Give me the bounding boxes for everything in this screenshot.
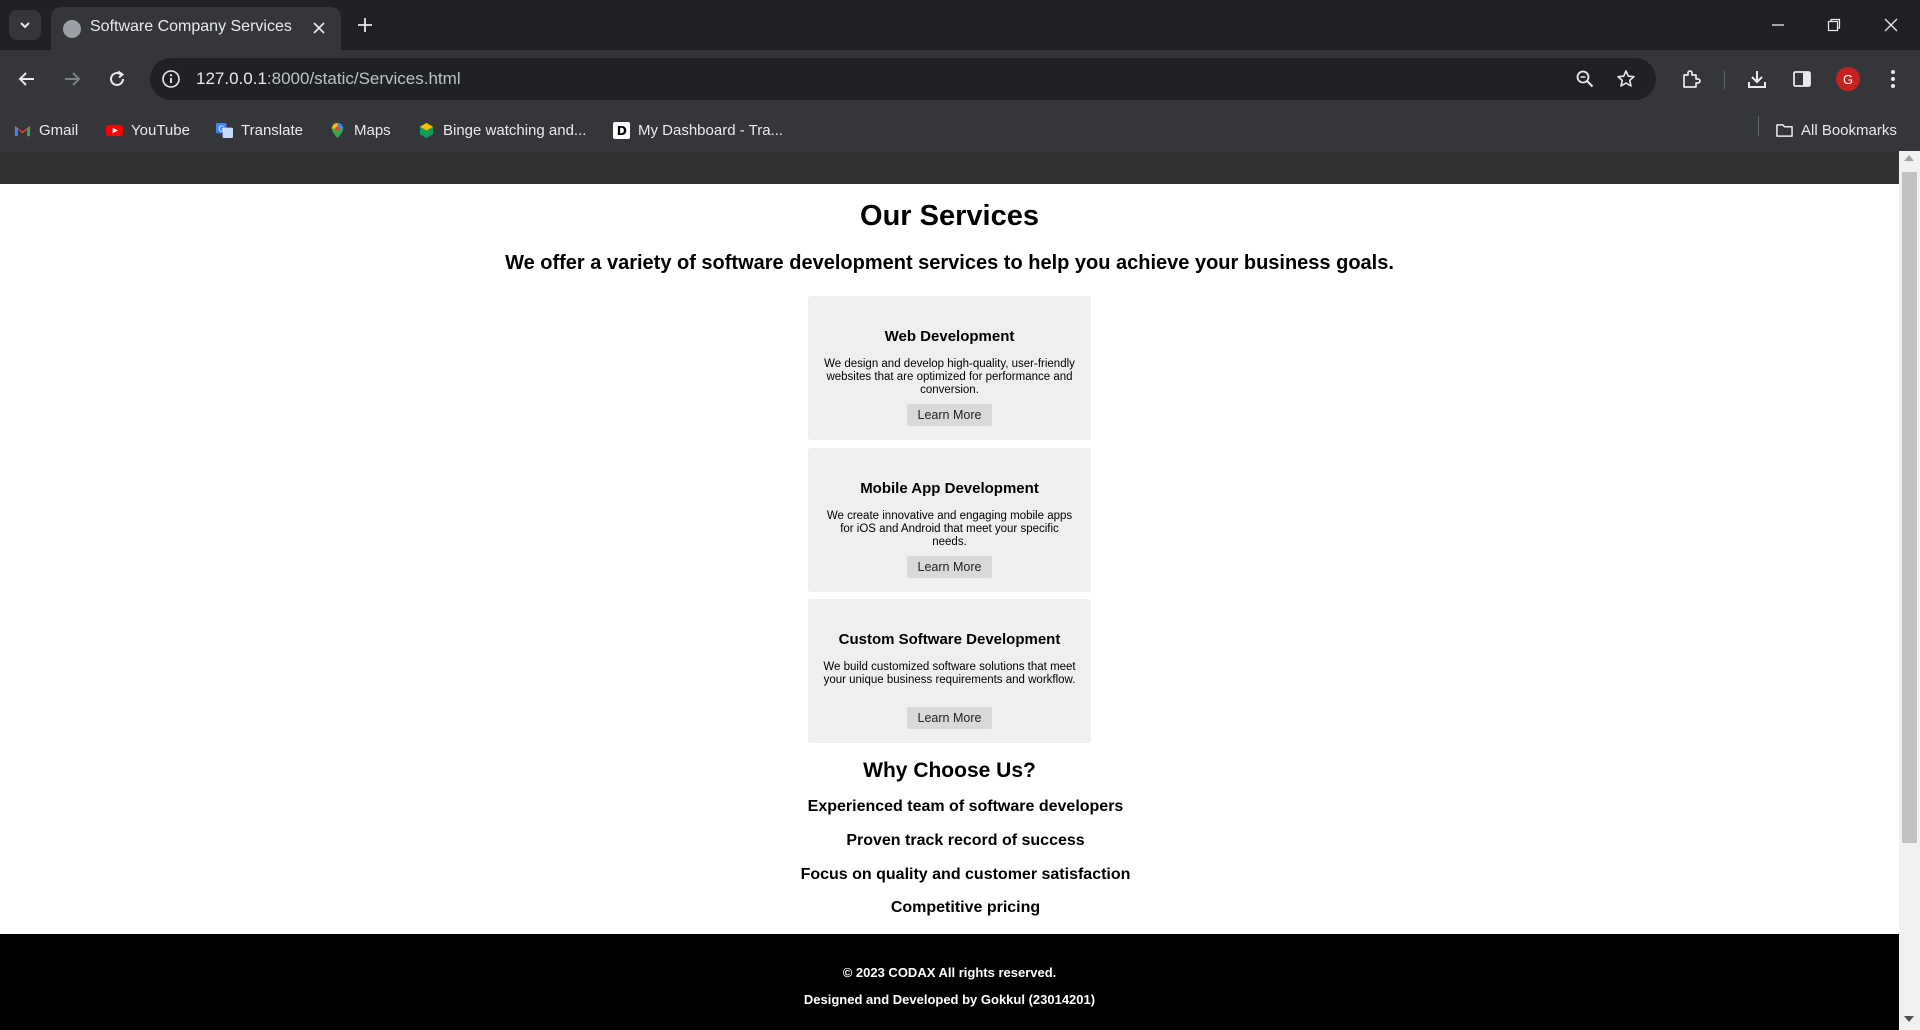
tab-title: Software Company Services [90, 18, 292, 35]
bookmark-label: Translate [241, 121, 303, 139]
site-info-icon[interactable] [161, 69, 181, 89]
tab-strip: Software Company Services [0, 0, 1920, 50]
bookmark-maps[interactable]: Maps [329, 120, 391, 140]
close-icon [313, 22, 325, 34]
learn-more-button[interactable]: Learn More [907, 707, 992, 729]
arrow-left-icon [18, 72, 34, 86]
minimize-icon [1772, 24, 1784, 26]
bookmark-label: Gmail [39, 121, 79, 139]
active-tab[interactable]: Software Company Services [51, 7, 341, 50]
menu-icon[interactable] [1880, 66, 1906, 92]
page-lead: We offer a variety of software developme… [505, 252, 1394, 274]
scroll-up-arrow-icon[interactable] [1904, 155, 1914, 161]
page-title: Our Services [860, 200, 1039, 232]
reason-item: Proven track record of success [846, 832, 1085, 849]
new-tab-button[interactable] [352, 12, 378, 38]
learn-more-button[interactable]: Learn More [907, 556, 992, 578]
bookmark-label: Maps [354, 121, 391, 139]
profile-avatar[interactable]: G [1836, 67, 1860, 91]
arrow-right-icon [65, 72, 81, 86]
url-text: 127.0.0.1:8000/static/Services.html [196, 69, 461, 88]
bookmark-star-icon[interactable] [1615, 68, 1637, 90]
translate-icon: G [216, 122, 233, 138]
globe-icon [63, 20, 81, 38]
maps-icon [331, 122, 344, 138]
why-choose-title: Why Choose Us? [863, 759, 1036, 782]
bookmark-label: Binge watching and... [443, 121, 587, 139]
page-header-strip [0, 151, 1899, 184]
bookmark-label: YouTube [131, 121, 190, 139]
bookmark-binge[interactable]: Binge watching and... [418, 120, 586, 140]
back-button[interactable] [12, 64, 42, 94]
footer-copyright: © 2023 CODAX All rights reserved. [842, 965, 1057, 980]
footer-credit: Designed and Developed by Gokkul (230142… [803, 992, 1096, 1007]
bookmarks-divider [1758, 116, 1759, 136]
close-icon [1884, 18, 1898, 32]
all-bookmarks-button[interactable]: All Bookmarks [1776, 120, 1897, 140]
reason-item: Focus on quality and customer satisfacti… [800, 866, 1131, 883]
svg-text:D: D [617, 124, 627, 138]
service-description: We create innovative and engaging mobile… [826, 510, 1073, 548]
page-footer: © 2023 CODAX All rights reserved. Design… [0, 934, 1899, 1030]
service-card: Custom Software Development We build cus… [808, 599, 1091, 743]
bookmark-dashboard[interactable]: D My Dashboard - Tra... [613, 120, 783, 140]
zoom-icon[interactable] [1574, 68, 1596, 90]
address-bar[interactable]: 127.0.0.1:8000/static/Services.html [150, 58, 1656, 100]
close-window-button[interactable] [1863, 0, 1919, 50]
restore-icon [1827, 18, 1841, 32]
folder-icon [1776, 123, 1793, 137]
svg-text:G: G [218, 124, 224, 133]
extensions-icon[interactable] [1678, 66, 1704, 92]
page-content: Our Services We offer a variety of softw… [0, 184, 1899, 934]
forward-button[interactable] [57, 64, 87, 94]
bookmark-label: My Dashboard - Tra... [638, 121, 784, 139]
scrollbar-thumb[interactable] [1902, 172, 1917, 843]
bookmark-gmail[interactable]: Gmail [14, 120, 78, 140]
reason-item: Experienced team of software developers [807, 798, 1124, 815]
dashboard-icon: D [613, 121, 630, 139]
service-card: Web Development We design and develop hi… [808, 296, 1091, 440]
service-title: Web Development [884, 328, 1015, 345]
scroll-down-arrow-icon[interactable] [1904, 1016, 1914, 1022]
learn-more-button[interactable]: Learn More [907, 404, 992, 426]
toolbar-divider [1724, 71, 1725, 89]
service-description: We design and develop high-quality, user… [824, 358, 1075, 396]
restore-button[interactable] [1806, 0, 1862, 50]
tab-close-button[interactable] [309, 18, 329, 38]
youtube-icon [106, 124, 123, 136]
reload-icon [110, 70, 125, 86]
service-card: Mobile App Development We create innovat… [808, 448, 1091, 592]
tab-search-button[interactable] [9, 10, 41, 40]
downloads-icon[interactable] [1744, 66, 1770, 92]
browser-toolbar: 127.0.0.1:8000/static/Services.html G [0, 50, 1920, 108]
bookmark-translate[interactable]: G Translate [216, 120, 303, 140]
bookmarks-bar: Gmail YouTube G Translate Maps Binge wat… [0, 108, 1920, 151]
plus-icon [358, 18, 372, 32]
service-description: We build customized software solutions t… [823, 661, 1076, 686]
gmail-icon [14, 125, 31, 136]
binge-icon [419, 122, 434, 138]
reload-button[interactable] [102, 64, 132, 94]
service-title: Custom Software Development [838, 631, 1061, 648]
minimize-button[interactable] [1750, 0, 1806, 50]
all-bookmarks-label: All Bookmarks [1801, 121, 1897, 139]
chevron-down-icon [20, 22, 30, 29]
service-title: Mobile App Development [860, 480, 1039, 497]
bookmark-youtube[interactable]: YouTube [106, 120, 190, 140]
reason-item: Competitive pricing [890, 899, 1041, 916]
side-panel-icon[interactable] [1789, 66, 1815, 92]
